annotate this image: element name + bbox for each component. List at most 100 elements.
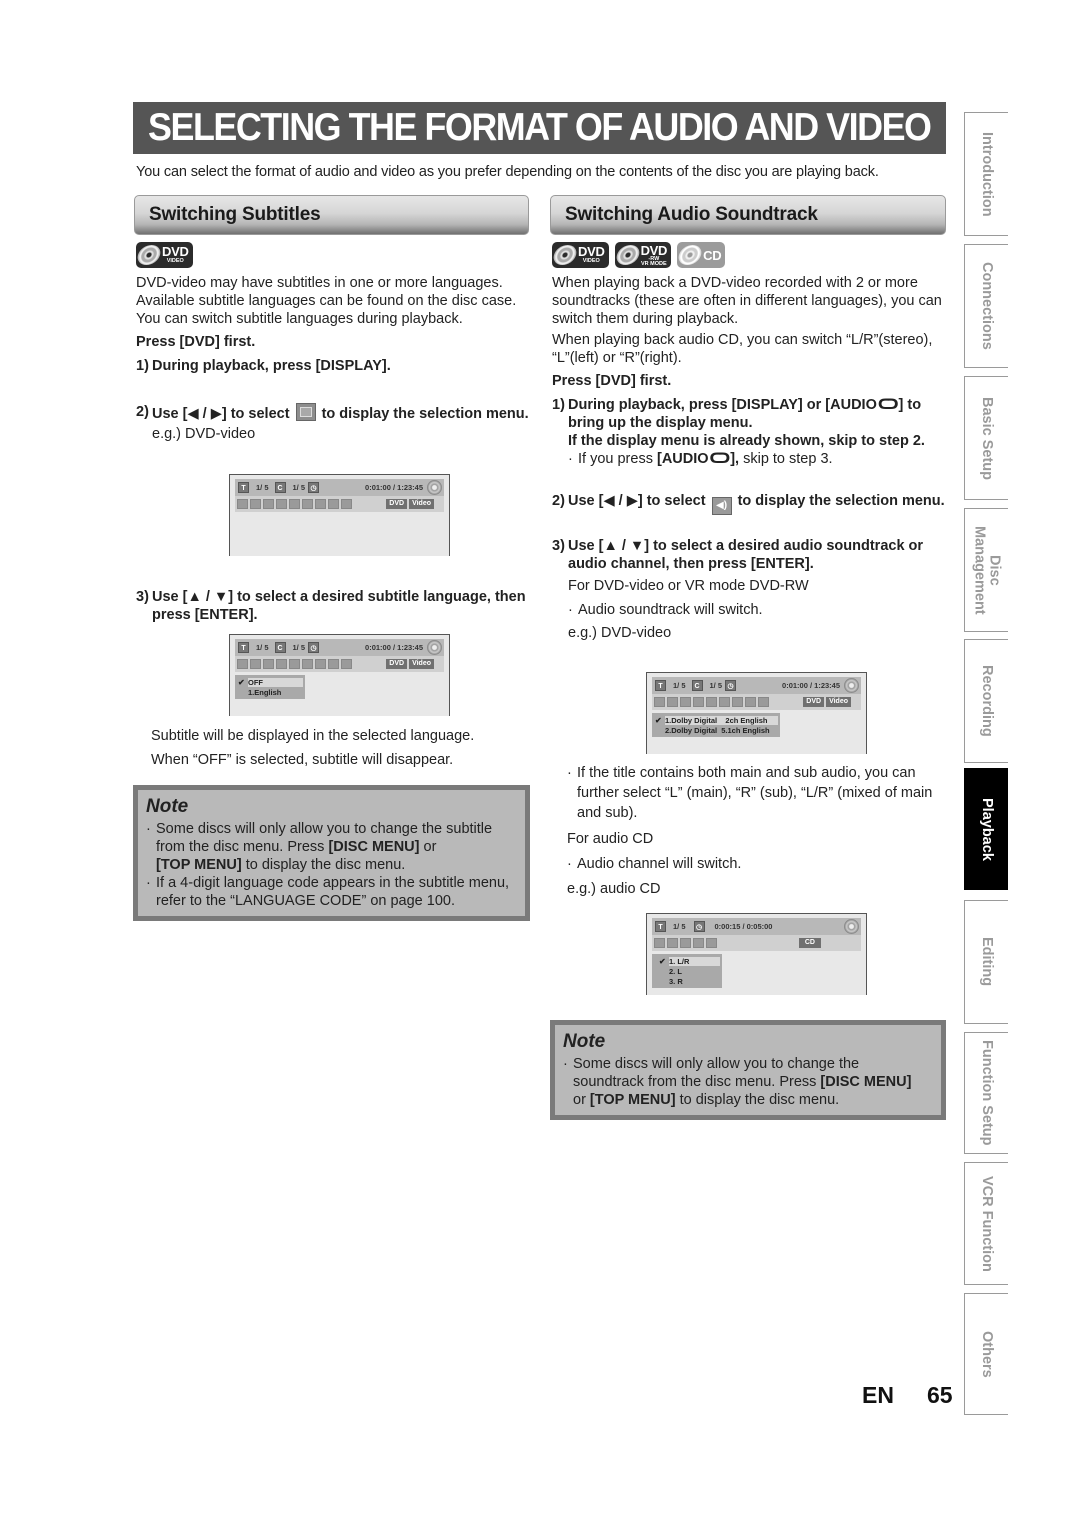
tab-recording[interactable]: Recording	[964, 639, 1008, 763]
surround-icon	[758, 697, 769, 707]
subtitle-icon	[263, 499, 274, 509]
audio-icon	[667, 938, 678, 948]
tab-connections[interactable]: Connections	[964, 244, 1008, 368]
osd-status-bar: T 1/ 5 ◷ 0:00:15 / 0:05:00	[652, 918, 861, 935]
step-text: to display the selection menu.	[321, 406, 529, 422]
step-1: 1) During playback, press [DISPLAY].	[136, 357, 531, 375]
section-title: Switching Subtitles	[149, 204, 321, 225]
example-label: e.g.) DVD-video	[568, 625, 672, 641]
disc-format-tag: Video	[826, 697, 851, 707]
osd-function-bar: DVD Video	[235, 496, 444, 512]
logo-subtext: VIDEO	[166, 258, 184, 265]
audio-cd-section: · If the title contains both main and sub…	[567, 763, 947, 902]
step-1: 1) During playback, press [DISPLAY] or […	[552, 397, 925, 449]
repeat-icon	[706, 697, 717, 707]
tab-disc-management[interactable]: Disc Management	[964, 508, 1008, 632]
tab-introduction[interactable]: Introduction	[964, 112, 1008, 236]
page-title: SELECTING THE FORMAT OF AUDIO AND VIDEO	[148, 106, 932, 149]
menu-option[interactable]: ✔ 1.Dolby Digital 2ch English	[655, 715, 778, 725]
logo-subtext: VIDEO	[582, 258, 600, 265]
subtitle-icon	[680, 697, 691, 707]
step-text: If the display menu is already shown, sk…	[568, 433, 925, 449]
tab-label: Others	[979, 1330, 995, 1378]
title-value: 1/ 5	[673, 681, 686, 690]
tab-others[interactable]: Others	[964, 1293, 1008, 1415]
time-readout: 0:01:00 / 1:23:45	[365, 643, 423, 652]
chapter-value: 1/ 5	[709, 681, 723, 690]
audio-selection-menu: ✔ 1.Dolby Digital 2ch English 2.Dolby Dig…	[652, 713, 780, 737]
chapter-icon: C	[691, 680, 703, 691]
audio-button-icon: ᑕᑐ	[709, 451, 731, 467]
noise-reduction-icon	[732, 697, 743, 707]
check-icon: ✔	[655, 715, 662, 725]
tab-label: Recording	[979, 665, 995, 737]
disc-format-tag: Video	[409, 659, 434, 669]
section-title: Switching Audio Soundtrack	[565, 204, 818, 225]
disc-icon	[676, 245, 704, 265]
tab-label: Disc Management	[971, 525, 1003, 615]
step-number: 2)	[136, 404, 149, 420]
audio-column: DVD VIDEO DVD -RW VR MODE CD When playing b…	[551, 242, 947, 646]
disc-spin-icon	[427, 640, 442, 655]
dvd-video-logo-icon: DVD VIDEO	[135, 242, 193, 268]
subtitles-column: DVD VIDEO DVD-video may have subtitles in…	[135, 242, 531, 443]
osd-screen-subtitle-step3: T 1/ 5 C 1/ 5 ◷ 0:01:00 / 1:23:45 DVD Vi…	[229, 634, 450, 716]
check-icon: ✔	[659, 956, 666, 966]
audio-button-icon: ᑕᑐ	[877, 397, 899, 413]
angle-icon	[276, 659, 287, 669]
note-item: · If a 4-digit language code appears in …	[146, 875, 510, 909]
search-icon	[237, 499, 248, 509]
menu-option[interactable]: 3. R	[655, 976, 720, 986]
subtitle-icon	[263, 659, 274, 669]
osd-function-bar: CD	[652, 935, 861, 951]
tab-basic-setup[interactable]: Basic Setup	[964, 376, 1008, 500]
menu-option[interactable]: 2.Dolby Digital 5.1ch English	[655, 725, 778, 735]
chapter-value: 1/ 5	[292, 483, 306, 492]
menu-option[interactable]: ✔ 1. L/R	[655, 956, 720, 966]
disc-type-tag: CD	[798, 938, 821, 948]
cd-label: For audio CD	[567, 831, 654, 847]
logo-text: DVD	[578, 244, 605, 260]
clock-icon: ◷	[308, 482, 320, 493]
osd-status-bar: T 1/ 5 C 1/ 5 ◷ 0:01:00 / 1:23:45	[235, 479, 444, 496]
option-label: 1.English	[248, 687, 282, 697]
disc-type-tag: DVD	[803, 697, 825, 707]
dvd-rw-vr-logo-icon: DVD -RW VR MODE	[613, 242, 672, 268]
repeat-icon	[680, 938, 691, 948]
title-value: 1/ 5	[256, 483, 269, 492]
step-2: 2) Use [◀ / ▶] to select to display the …	[136, 403, 531, 423]
time-readout: 0:00:15 / 0:05:00	[714, 922, 773, 931]
audio-speaker-icon: ◀)	[711, 497, 732, 515]
note-box-subtitles: Note · Some discs will only allow you to…	[133, 785, 530, 921]
option-label: 2. L	[669, 966, 682, 976]
tab-function-setup[interactable]: Function Setup	[964, 1032, 1008, 1154]
main-sub-bullet: · If the title contains both main and sub…	[567, 765, 933, 821]
cd-logo-icon: CD	[676, 242, 726, 268]
disc-spin-icon	[844, 678, 859, 693]
chapter-icon: C	[274, 642, 286, 653]
disc-icon	[613, 245, 642, 265]
tab-playback[interactable]: Playback	[964, 768, 1008, 890]
menu-option[interactable]: 1.English	[238, 687, 303, 697]
step-text: Use [◀ / ▶] to select	[152, 406, 290, 422]
audio-channel-menu: ✔ 1. L/R 2. L 3. R	[652, 954, 722, 988]
clock-icon: ◷	[693, 921, 705, 932]
osd-screen-subtitle-step2: T 1/ 5 C 1/ 5 ◷ 0:01:00 / 1:23:45 DVD Vi…	[229, 474, 450, 556]
title-icon: T	[655, 680, 666, 691]
note-heading: Note	[563, 1031, 606, 1052]
option-label: OFF	[248, 677, 303, 687]
page-number: 65	[926, 1382, 953, 1408]
menu-option[interactable]: ✔ OFF	[238, 677, 303, 687]
zoom-icon	[328, 499, 339, 509]
subtitles-step3: 3) Use [▲ / ▼] to select a desired subti…	[136, 588, 531, 624]
menu-option[interactable]: 2. L	[655, 966, 720, 976]
result-text: Subtitle will be displayed in the select…	[151, 728, 475, 744]
tab-editing[interactable]: Editing	[964, 900, 1008, 1024]
subtitles-description: DVD-video may have subtitles in one or m…	[136, 275, 517, 327]
option-label: 1. L/R	[669, 956, 720, 966]
option-label: 2.Dolby Digital 5.1ch English	[665, 725, 770, 735]
example-label: e.g.) audio CD	[567, 881, 661, 897]
disc-spin-icon	[844, 919, 859, 934]
tab-vcr-function[interactable]: VCR Function	[964, 1162, 1008, 1285]
tab-label: VCR Function	[979, 1175, 995, 1272]
